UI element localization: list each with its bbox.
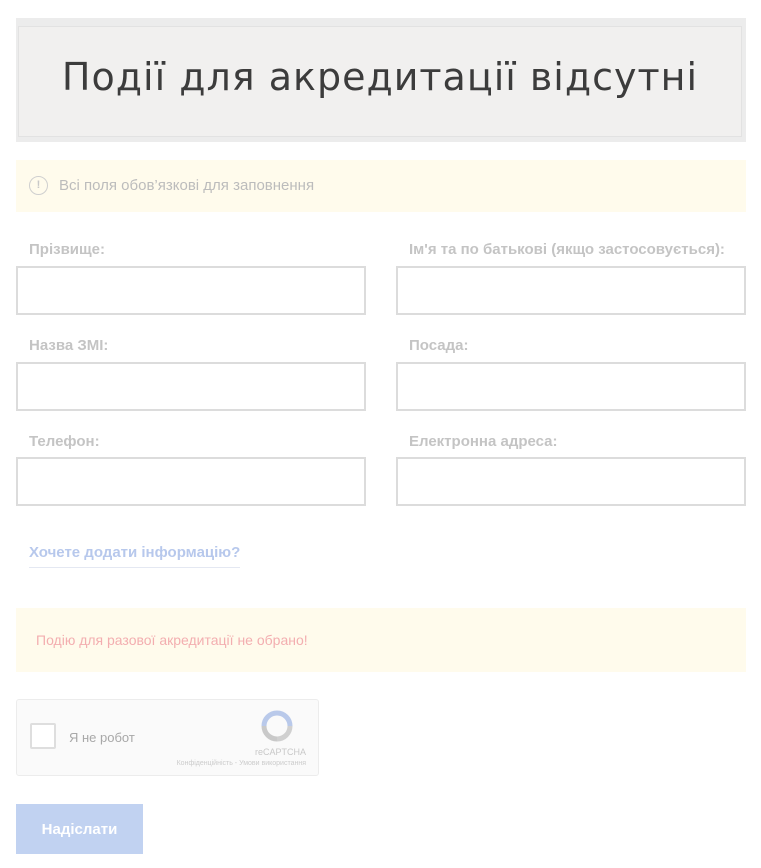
phone-input[interactable]: [16, 457, 366, 506]
submit-button[interactable]: Надіслати: [16, 804, 143, 854]
recaptcha-widget: Я не робот reCAPTCHA Конфіденційність - …: [16, 699, 319, 776]
email-label: Електронна адреса:: [409, 433, 558, 450]
name-input[interactable]: [396, 266, 746, 315]
surname-label: Прізвище:: [29, 241, 106, 258]
media-name-label: Назва ЗМІ:: [29, 337, 109, 354]
recaptcha-icon: [261, 710, 293, 742]
position-input[interactable]: [396, 362, 746, 411]
surname-input[interactable]: [16, 266, 366, 315]
name-label: Ім'я та по батькові (якщо застосовується…: [409, 241, 725, 258]
event-warning: Подію для разової акредитації не обрано!: [16, 608, 746, 672]
recaptcha-brand: reCAPTCHA: [254, 747, 306, 757]
notice-text: Всі поля обов’язкові для заповнення: [59, 177, 315, 194]
banner-panel: Події для акредитації відсутні: [18, 26, 742, 137]
recaptcha-links[interactable]: Конфіденційність - Умови використання: [177, 760, 306, 767]
required-fields-notice: ! Всі поля обов’язкові для заповнення: [16, 160, 746, 212]
recaptcha-checkbox[interactable]: [30, 723, 56, 749]
phone-label: Телефон:: [29, 433, 100, 450]
add-info-link[interactable]: Хочете додати інформацію?: [29, 544, 241, 568]
position-label: Посада:: [409, 337, 469, 354]
page-title: Події для акредитації відсутні: [61, 55, 699, 99]
email-input[interactable]: [396, 457, 746, 506]
media-name-input[interactable]: [16, 362, 366, 411]
exclamation-circle-icon: !: [29, 176, 48, 195]
recaptcha-label: Я не робот: [69, 730, 135, 745]
page-banner: Події для акредитації відсутні: [16, 18, 746, 142]
warning-text: Подію для разової акредитації не обрано!: [36, 632, 308, 648]
